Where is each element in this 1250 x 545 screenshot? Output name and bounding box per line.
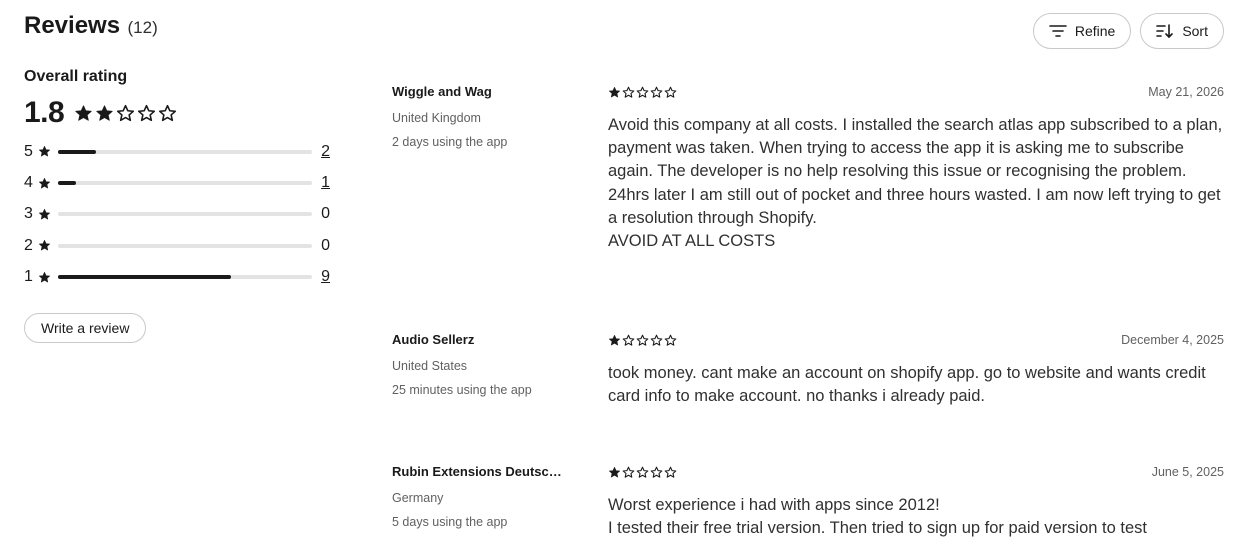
reviewer-usage: 2 days using the app xyxy=(392,135,508,149)
star-empty-icon xyxy=(158,104,177,123)
review-meta: June 5, 2025 xyxy=(608,464,1224,480)
rating-row-5: 52 xyxy=(24,136,330,167)
star-empty-icon xyxy=(622,466,635,479)
rating-row-stars: 2 xyxy=(24,236,33,254)
star-empty-icon xyxy=(636,466,649,479)
review-body: Worst experience i had with apps since 2… xyxy=(608,494,1224,540)
rating-row-count: 0 xyxy=(321,205,330,223)
star-icon xyxy=(38,208,52,221)
star-empty-icon xyxy=(137,104,156,123)
reviews-header: Reviews (12) xyxy=(24,12,158,40)
review-content: May 21, 2026 Avoid this company at all co… xyxy=(608,84,1224,253)
rating-bar xyxy=(58,275,312,280)
star-empty-icon xyxy=(622,334,635,347)
filter-lines-icon xyxy=(1049,24,1067,38)
review-body: took money. cant make an account on shop… xyxy=(608,362,1224,408)
rating-row-stars: 5 xyxy=(24,142,33,160)
review-paragraph: took money. cant make an account on shop… xyxy=(608,364,1206,406)
reviewer-info: Rubin Extensions Deutschland Germany 5 day… xyxy=(392,464,562,529)
review-paragraph: I tested their free trial version. Then … xyxy=(608,519,1147,538)
overall-rating-panel: Overall rating 1.8 5241302019 xyxy=(24,68,330,293)
review-stars xyxy=(608,466,677,479)
rating-row-3: 30 xyxy=(24,199,330,230)
star-filled-icon xyxy=(95,104,114,123)
review-body: Avoid this company at all costs. I insta… xyxy=(608,114,1224,253)
review-count: (12) xyxy=(127,18,158,37)
overall-stars xyxy=(74,104,177,123)
star-filled-icon xyxy=(608,86,621,99)
sort-label: Sort xyxy=(1182,23,1208,39)
reviewer-country: United States xyxy=(392,359,468,373)
rating-row-2: 20 xyxy=(24,230,330,261)
rating-bar-fill xyxy=(58,149,97,154)
sort-button[interactable]: Sort xyxy=(1140,13,1224,49)
reviewer-info: Wiggle and Wag United Kingdom 2 days using… xyxy=(392,84,562,149)
review-content: December 4, 2025 took money. cant make an… xyxy=(608,332,1224,408)
rating-bar xyxy=(58,212,312,217)
reviewer-country: Germany xyxy=(392,491,444,505)
rating-bar xyxy=(58,149,312,154)
star-empty-icon xyxy=(650,334,663,347)
rating-bar-fill xyxy=(58,275,231,280)
rating-row-stars: 3 xyxy=(24,205,33,223)
overall-rating-label: Overall rating xyxy=(24,68,128,85)
review-paragraph: Worst experience i had with apps since 2… xyxy=(608,496,940,514)
star-empty-icon xyxy=(116,104,135,123)
rating-bar xyxy=(58,243,312,248)
star-empty-icon xyxy=(636,334,649,347)
review-paragraph: Avoid this company at all costs. I insta… xyxy=(608,116,1223,181)
rating-row-1: 19 xyxy=(24,262,330,293)
rating-bar-fill xyxy=(58,181,76,186)
reviewer-info: Audio Sellerz United States 25 minutes usi… xyxy=(392,332,562,397)
refine-label: Refine xyxy=(1074,23,1116,39)
rating-row-count: 0 xyxy=(321,236,330,254)
rating-row-count[interactable]: 2 xyxy=(314,143,330,161)
star-empty-icon xyxy=(664,86,677,99)
rating-bar xyxy=(58,181,312,186)
rating-row-4: 41 xyxy=(24,167,330,198)
page-title: Reviews xyxy=(24,12,121,39)
star-empty-icon xyxy=(650,86,663,99)
star-empty-icon xyxy=(664,334,677,347)
rating-row-count[interactable]: 9 xyxy=(314,268,330,286)
reviewer-country: United Kingdom xyxy=(392,111,481,125)
star-filled-icon xyxy=(608,334,621,347)
review-paragraph: 24hrs later I am still out of pocket and… xyxy=(608,185,1221,227)
write-review-button[interactable]: Write a review xyxy=(24,313,147,343)
refine-button[interactable]: Refine xyxy=(1032,13,1132,49)
reviewer-usage: 5 days using the app xyxy=(392,515,508,529)
reviewer-name: Audio Sellerz xyxy=(392,332,475,347)
rating-row-stars: 1 xyxy=(24,268,33,286)
top-actions: Refine Sort xyxy=(1032,13,1224,49)
star-empty-icon xyxy=(636,86,649,99)
star-icon xyxy=(38,239,52,252)
star-filled-icon xyxy=(74,104,93,123)
overall-score: 1.8 xyxy=(24,96,65,129)
star-filled-icon xyxy=(608,466,621,479)
review-date: May 21, 2026 xyxy=(1148,85,1224,99)
rating-row-stars: 4 xyxy=(24,174,33,192)
reviewer-name: Rubin Extensions Deutschland xyxy=(392,464,562,479)
rating-row-count[interactable]: 1 xyxy=(314,174,330,192)
rating-distribution: 5241302019 xyxy=(24,136,330,293)
star-empty-icon xyxy=(622,86,635,99)
star-empty-icon xyxy=(664,466,677,479)
sort-icon xyxy=(1156,24,1174,38)
review-content: June 5, 2025 Worst experience i had with … xyxy=(608,464,1224,540)
overall-score-row: 1.8 xyxy=(24,96,330,130)
review-date: December 4, 2025 xyxy=(1121,333,1224,347)
review-paragraph: AVOID AT ALL COSTS xyxy=(608,232,776,251)
star-icon xyxy=(38,145,52,158)
star-empty-icon xyxy=(650,466,663,479)
review-stars xyxy=(608,334,677,347)
review-stars xyxy=(608,86,677,99)
review-meta: May 21, 2026 xyxy=(608,84,1224,100)
reviewer-usage: 25 minutes using the app xyxy=(392,383,532,397)
review-meta: December 4, 2025 xyxy=(608,332,1224,348)
star-icon xyxy=(38,177,52,190)
review-date: June 5, 2025 xyxy=(1151,465,1224,479)
reviewer-name: Wiggle and Wag xyxy=(392,84,492,99)
star-icon xyxy=(38,271,52,284)
